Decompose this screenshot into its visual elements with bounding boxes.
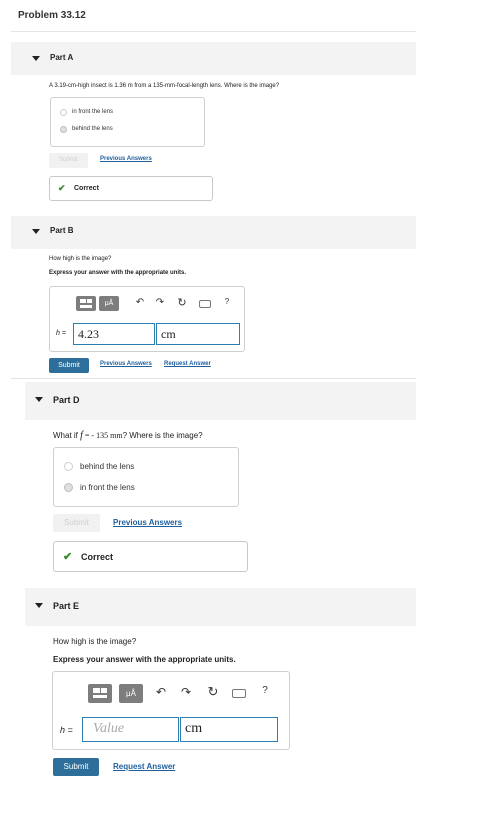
part-b-submit-button[interactable]: Submit (49, 358, 89, 373)
part-e-question: How high is the image? (53, 637, 137, 646)
part-d-submit-button[interactable]: Submit (53, 514, 100, 532)
keyboard-icon[interactable] (199, 300, 211, 308)
problem-title: Problem 33.12 (18, 10, 86, 21)
caret-down-icon (32, 229, 40, 234)
units-button[interactable]: μÅ (99, 296, 119, 311)
part-e-label: Part E (53, 601, 80, 611)
part-a-feedback: ✔ Correct (49, 176, 213, 201)
part-a-question: A 3.19-cm-high insect is 1.36 m from a 1… (49, 83, 280, 89)
divider (11, 378, 416, 379)
fraction-template-icon[interactable] (76, 296, 96, 311)
variable-label: h = (60, 725, 73, 735)
checkmark-icon: ✔ (63, 551, 73, 563)
question-prefix: What if (53, 431, 78, 440)
radio-option-0[interactable] (60, 109, 67, 116)
feedback-text: Correct (74, 185, 99, 192)
part-a-header[interactable]: Part A (11, 42, 416, 75)
part-b-instruction: Express your answer with the appropriate… (49, 270, 187, 276)
part-b-question: How high is the image? (49, 256, 112, 262)
part-b-label: Part B (50, 226, 74, 235)
part-a-previous-answers-link[interactable]: Previous Answers (100, 156, 152, 162)
part-a-label: Part A (50, 53, 74, 62)
radio-option-1-selected[interactable] (60, 126, 67, 133)
part-e-instruction: Express your answer with the appropriate… (53, 655, 236, 664)
reset-icon[interactable]: ↻ (206, 684, 220, 700)
units-button[interactable]: μÅ (119, 684, 143, 703)
part-d-previous-answers-link[interactable]: Previous Answers (113, 518, 182, 527)
option-label[interactable]: behind the lens (80, 462, 134, 471)
help-button[interactable]: ? (222, 297, 232, 306)
part-d-header[interactable]: Part D (25, 382, 416, 420)
part-a-submit-button[interactable]: Submit (49, 153, 88, 168)
part-e-request-answer-link[interactable]: Request Answer (113, 762, 175, 771)
radio-option-0[interactable] (64, 462, 73, 471)
part-d-label: Part D (53, 395, 80, 405)
part-d-question: What if f = - 135 mm? Where is the image… (53, 430, 203, 441)
part-b-previous-answers-link[interactable]: Previous Answers (100, 361, 152, 367)
question-suffix: ? Where is the image? (122, 431, 203, 440)
keyboard-icon[interactable] (232, 689, 246, 698)
value-input[interactable]: 4.23 (73, 323, 155, 345)
reset-icon[interactable]: ↻ (176, 296, 188, 309)
part-a-options-box: in front the lens behind the lens (50, 97, 205, 147)
question-unit: mm (110, 431, 123, 440)
part-d-options-box: behind the lens in front the lens (53, 447, 239, 507)
question-value: = - 135 (82, 431, 111, 440)
option-label[interactable]: in front the lens (80, 483, 135, 492)
part-d-feedback: ✔ Correct (53, 541, 248, 572)
caret-down-icon (35, 397, 43, 402)
divider (11, 31, 416, 32)
value-input[interactable]: Value (82, 717, 179, 742)
caret-down-icon (32, 56, 40, 61)
feedback-text: Correct (81, 552, 114, 562)
help-button[interactable]: ? (260, 685, 270, 696)
part-e-submit-button[interactable]: Submit (53, 758, 99, 776)
part-b-answer-box: μÅ ↶ ↷ ↻ ? h = 4.23 cm (49, 286, 245, 352)
fraction-template-icon[interactable] (88, 684, 112, 703)
unit-input[interactable]: cm (156, 323, 240, 345)
option-label[interactable]: in front the lens (72, 109, 113, 115)
redo-icon[interactable]: ↷ (154, 297, 166, 308)
redo-icon[interactable]: ↷ (180, 685, 192, 699)
variable-label: h = (56, 330, 66, 337)
part-b-request-answer-link[interactable]: Request Answer (164, 361, 211, 367)
radio-option-1-selected[interactable] (64, 483, 73, 492)
part-e-answer-box: μÅ ↶ ↷ ↻ ? h = Value cm (52, 671, 290, 750)
undo-icon[interactable]: ↶ (155, 685, 167, 699)
option-label[interactable]: behind the lens (72, 126, 113, 132)
part-b-header[interactable]: Part B (11, 216, 416, 249)
part-e-header[interactable]: Part E (25, 588, 416, 626)
caret-down-icon (35, 603, 43, 608)
checkmark-icon: ✔ (58, 183, 66, 193)
undo-icon[interactable]: ↶ (134, 297, 146, 308)
unit-input[interactable]: cm (180, 717, 278, 742)
